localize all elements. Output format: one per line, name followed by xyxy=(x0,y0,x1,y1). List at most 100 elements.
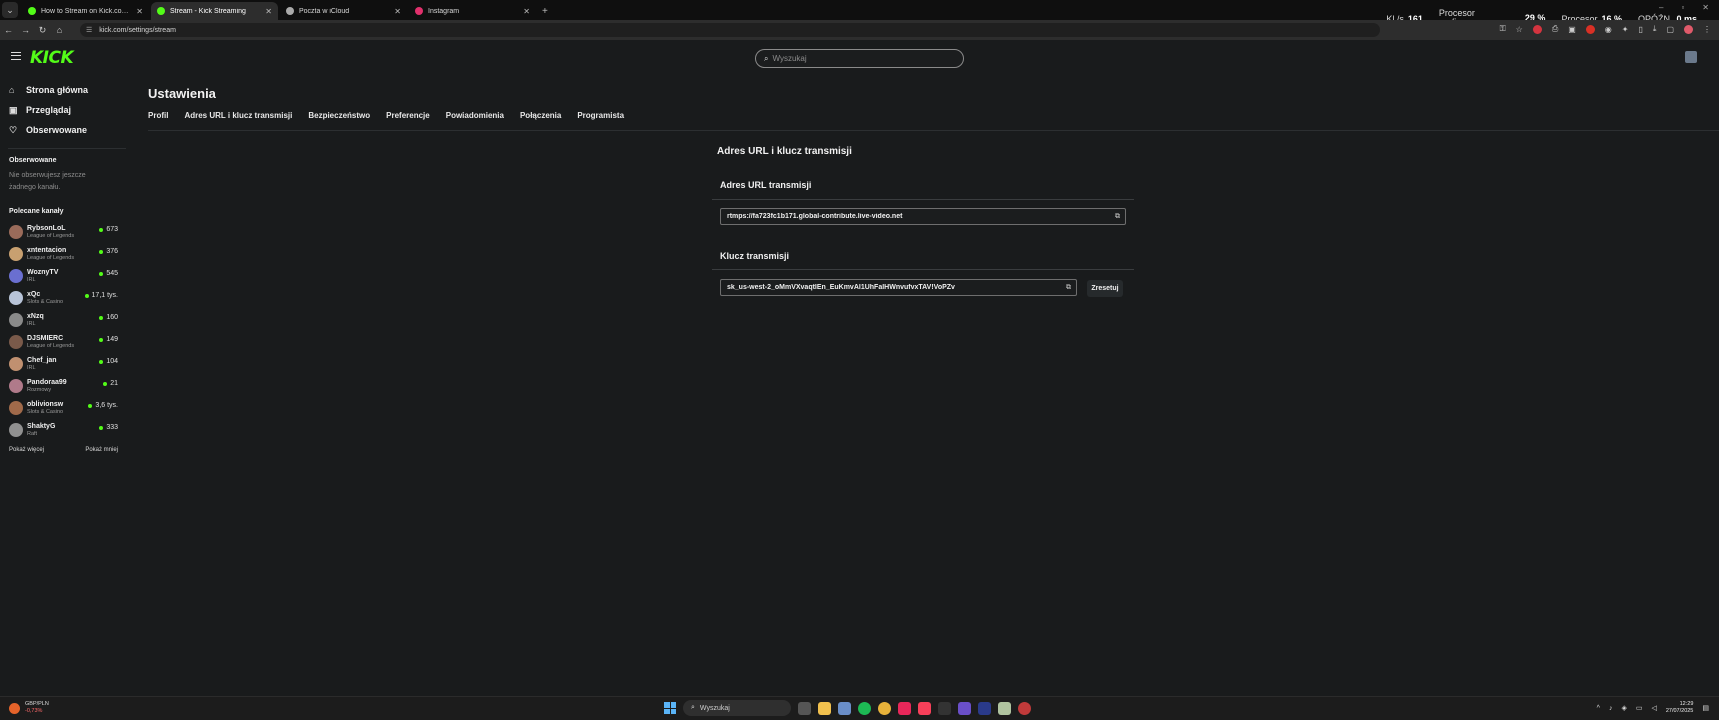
live-dot-icon xyxy=(88,403,93,408)
maximize-icon[interactable]: ▫ xyxy=(1681,3,1684,12)
sidebar-nav-item[interactable]: ♡ Obserwowane xyxy=(0,120,126,140)
settings-tab[interactable]: Programista xyxy=(577,111,624,126)
profile-icon[interactable] xyxy=(1684,24,1693,34)
channel-viewers: 104 xyxy=(99,358,118,365)
windows-start-icon[interactable] xyxy=(664,702,676,714)
channel-category: IRL xyxy=(27,364,36,371)
store-icon[interactable] xyxy=(838,701,851,715)
extension-gray-icon[interactable]: ▣ xyxy=(1568,25,1576,34)
menu-hamburger-icon[interactable] xyxy=(11,52,21,60)
settings-tab[interactable]: Preferencje xyxy=(386,111,430,126)
reset-key-button[interactable]: Zresetuj xyxy=(1087,280,1123,297)
address-bar[interactable]: ☰ kick.com/settings/stream xyxy=(80,23,1380,37)
chrome-icon[interactable] xyxy=(878,701,891,715)
tab-close-icon[interactable]: ✕ xyxy=(265,7,272,16)
channel-item[interactable]: WoznyTV IRL 545 xyxy=(0,265,126,287)
minimize-icon[interactable]: – xyxy=(1659,3,1663,12)
stock-widget[interactable]: GBP/PLN -0,73% xyxy=(9,701,49,715)
extension-red-icon[interactable] xyxy=(1532,24,1542,34)
channel-item[interactable]: Chef_jan IRL 104 xyxy=(0,353,126,375)
print-icon[interactable]: ⎙ xyxy=(1552,24,1558,34)
viewer-count: 376 xyxy=(106,248,118,255)
channel-item[interactable]: xNzq IRL 160 xyxy=(0,309,126,331)
sidebar-nav-item[interactable]: ▣ Przeglądaj xyxy=(0,100,126,120)
browser-tab[interactable]: How to Stream on Kick.com | K ✕ xyxy=(22,2,149,20)
pdf-extension-icon[interactable] xyxy=(1585,24,1595,34)
stream-key-field[interactable]: sk_us-west-2_oMmVXvaqtlEn_EuKmvAl1UhFalH… xyxy=(720,279,1077,296)
settings-tab[interactable]: Powiadomienia xyxy=(446,111,504,126)
app-leaf-icon[interactable] xyxy=(998,701,1011,715)
music-icon[interactable] xyxy=(918,701,931,715)
settings-tab[interactable]: Adres URL i klucz transmisji xyxy=(184,111,292,131)
vpn-icon[interactable]: ◉ xyxy=(1605,25,1612,34)
extension-box-icon[interactable]: ▢ xyxy=(1666,25,1674,34)
channel-item[interactable]: xntentacion League of Legends 376 xyxy=(0,243,126,265)
kick-logo[interactable]: KICK xyxy=(30,48,74,68)
channel-avatar xyxy=(9,269,23,283)
bookmark-star-icon[interactable]: ☆ xyxy=(1516,25,1523,34)
discord-icon[interactable] xyxy=(978,701,991,715)
tab-search-button[interactable]: ⌄ xyxy=(2,2,18,18)
network-icon[interactable]: ◈ xyxy=(1621,704,1626,712)
app-p-icon[interactable] xyxy=(898,701,911,715)
back-button[interactable]: ← xyxy=(0,25,17,35)
user-avatar[interactable] xyxy=(1685,51,1697,63)
windows-taskbar: GBP/PLN -0,73% ⌕ Wyszukaj ^ ♪ ◈ ▭ ◁ 12:2… xyxy=(0,696,1719,720)
obs-icon[interactable] xyxy=(1018,701,1031,715)
reload-button[interactable]: ↻ xyxy=(34,25,51,36)
volume-icon[interactable]: ◁ xyxy=(1651,704,1656,712)
new-tab-button[interactable]: + xyxy=(542,6,548,17)
settings-tab[interactable]: Bezpieczeństwo xyxy=(308,111,370,126)
channel-item[interactable]: xQc Slots & Casino 17,1 tys. xyxy=(0,287,126,309)
task-view-icon[interactable] xyxy=(798,701,811,715)
viewer-count: 17,1 tys. xyxy=(91,292,118,299)
site-info-icon[interactable]: ☰ xyxy=(86,26,92,34)
tab-close-icon[interactable]: ✕ xyxy=(136,7,143,16)
sidebar-nav-item[interactable]: ⌂ Strona główna xyxy=(0,80,126,100)
bell-icon[interactable]: ♪ xyxy=(1609,705,1613,712)
browser-toolbar: ← → ↻ ⌂ ☰ kick.com/settings/stream ⚿ ☆ ⎙… xyxy=(0,20,1719,40)
channel-item[interactable]: DJSMIERC League of Legends 149 xyxy=(0,331,126,353)
sidepanel-icon[interactable]: ▯ xyxy=(1638,25,1642,34)
clock[interactable]: 12:29 27/07/2025 xyxy=(1666,701,1694,715)
file-explorer-icon[interactable] xyxy=(818,701,831,715)
apple-tv-icon[interactable] xyxy=(938,701,951,715)
tab-close-icon[interactable]: ✕ xyxy=(523,7,530,16)
spotify-icon[interactable] xyxy=(858,701,871,715)
browser-tab[interactable]: Poczta w iCloud ✕ xyxy=(280,2,407,20)
show-less-link[interactable]: Pokaż mniej xyxy=(85,447,118,453)
tab-title: Poczta w iCloud xyxy=(299,7,350,15)
taskbar-search[interactable]: ⌕ Wyszukaj xyxy=(683,700,791,716)
tray-chevron-icon[interactable]: ^ xyxy=(1597,705,1600,712)
notification-icon[interactable]: ▤ xyxy=(1702,704,1709,712)
copy-icon[interactable]: ⧉ xyxy=(1066,284,1071,292)
download-icon[interactable]: ⤓ xyxy=(1653,24,1657,34)
channel-item[interactable]: ShaktyG Raft 333 xyxy=(0,419,126,441)
stream-url-field[interactable]: rtmps://fa723fc1b171.global-contribute.l… xyxy=(720,208,1126,225)
channel-item[interactable]: RybsonLoL League of Legends 673 xyxy=(0,221,126,243)
tab-close-icon[interactable]: ✕ xyxy=(394,7,401,16)
channel-item[interactable]: Pandoraa99 Rozmowy 21 xyxy=(0,375,126,397)
show-more-link[interactable]: Pokaż więcej xyxy=(9,447,44,453)
monitor-icon[interactable]: ▭ xyxy=(1636,704,1643,712)
settings-tab[interactable]: Profil xyxy=(148,111,168,126)
key-icon[interactable]: ⚿ xyxy=(1500,24,1506,34)
browser-tab[interactable]: Stream - Kick Streaming ✕ xyxy=(151,2,278,20)
menu-dots-icon[interactable]: ⋮ xyxy=(1703,25,1711,34)
forward-button[interactable]: → xyxy=(17,25,34,35)
channel-viewers: 17,1 tys. xyxy=(84,292,118,299)
sidebar-divider xyxy=(8,148,126,149)
channel-item[interactable]: oblivionsw Slots & Casino 3,6 tys. xyxy=(0,397,126,419)
home-button[interactable]: ⌂ xyxy=(51,25,68,35)
channel-viewers: 160 xyxy=(99,314,118,321)
puzzle-icon[interactable]: ✦ xyxy=(1622,25,1629,34)
copy-icon[interactable]: ⧉ xyxy=(1115,213,1120,221)
close-window-icon[interactable]: ✕ xyxy=(1702,3,1709,12)
tab-title: Stream - Kick Streaming xyxy=(170,7,246,15)
settings-tab[interactable]: Połączenia xyxy=(520,111,561,126)
ticker-name: GBP/PLN xyxy=(25,701,49,707)
browser-tab[interactable]: Instagram ✕ xyxy=(409,2,536,20)
visual-studio-icon[interactable] xyxy=(958,701,971,715)
search-bar[interactable]: ⌕ xyxy=(755,49,964,68)
search-input[interactable] xyxy=(772,54,943,63)
